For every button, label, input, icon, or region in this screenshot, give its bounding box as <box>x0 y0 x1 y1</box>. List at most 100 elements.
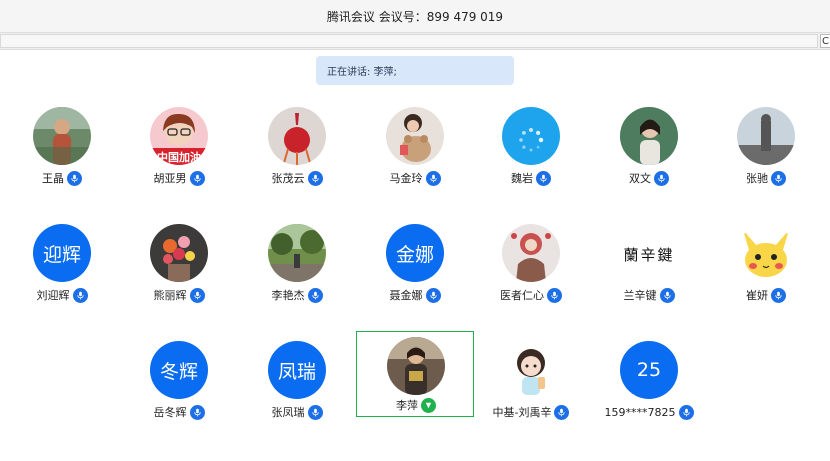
microphone-icon[interactable] <box>654 170 669 186</box>
participant-tile[interactable]: 崔妍 <box>707 224 825 310</box>
avatar <box>502 107 560 165</box>
avatar <box>268 107 326 165</box>
participant-name-line: 王晶 <box>3 170 121 186</box>
participant-tile[interactable]: 冬辉岳冬辉 <box>120 341 238 427</box>
microphone-icon[interactable] <box>189 287 205 303</box>
avatar <box>33 107 91 165</box>
participant-name-line: 张凤瑞 <box>238 404 356 420</box>
participant-tile[interactable]: 迎辉刘迎辉 <box>3 224 121 310</box>
participant-name-line: 胡亚男 <box>120 170 238 186</box>
participant-name-line: 张茂云 <box>238 170 356 186</box>
microphone-icon[interactable] <box>771 287 786 303</box>
participant-tile[interactable]: 蘭辛鍵 兰辛键 <box>590 224 708 310</box>
participant-name-line: 张驰 <box>707 170 825 186</box>
avatar <box>737 224 795 282</box>
microphone-icon[interactable] <box>189 170 205 186</box>
avatar <box>268 224 326 282</box>
microphone-icon[interactable] <box>189 404 205 420</box>
svg-text:中国加油: 中国加油 <box>157 150 201 164</box>
avatar: 迎辉 <box>33 224 91 282</box>
participant-name: 聂金娜 <box>389 289 423 302</box>
microphone-icon[interactable] <box>554 404 570 420</box>
participant-name-line: 岳冬辉 <box>120 404 238 420</box>
participant-name: 崔妍 <box>746 289 768 302</box>
meeting-title: 腾讯会议 会议号：899 479 019 <box>326 9 504 24</box>
svg-text:蘭辛鍵: 蘭辛鍵 <box>623 246 674 264</box>
participant-tile[interactable]: 凤瑞张凤瑞 <box>238 341 356 427</box>
avatar <box>737 107 795 165</box>
toolbar-field[interactable] <box>0 34 818 48</box>
microphone-icon[interactable] <box>547 287 562 303</box>
avatar: 25 <box>620 341 678 399</box>
avatar: 凤瑞 <box>268 341 326 399</box>
avatar-initials: 冬辉 <box>159 360 198 383</box>
microphone-icon[interactable] <box>659 287 675 303</box>
participant-name: 魏岩 <box>511 172 533 185</box>
avatar: 中国加油 <box>150 107 208 165</box>
participant-name-line: 医者仁心 <box>472 287 590 303</box>
microphone-icon[interactable] <box>425 287 441 303</box>
participant-name-line: 中基-刘禹辛 <box>472 404 590 420</box>
participant-tile[interactable]: 魏岩 <box>472 107 590 193</box>
participant-name-line: 魏岩 <box>472 170 590 186</box>
microphone-icon[interactable] <box>771 170 786 186</box>
microphone-icon[interactable] <box>72 287 88 303</box>
participant-name-line: 李艳杰 <box>238 287 356 303</box>
microphone-icon[interactable] <box>678 404 694 420</box>
participant-name: 双文 <box>629 172 651 185</box>
participant-name: 中基-刘禹辛 <box>492 406 552 419</box>
participant-name: 熊丽辉 <box>153 289 187 302</box>
window-title-bar: 腾讯会议 会议号：899 479 019 <box>0 0 830 32</box>
participant-name-line: 李萍 <box>357 397 475 413</box>
participant-name: 张驰 <box>746 172 768 185</box>
participant-name: 159****7825 <box>604 405 676 419</box>
microphone-icon[interactable] <box>307 170 323 186</box>
participant-name: 刘迎辉 <box>36 289 70 302</box>
participant-tile[interactable]: 中基-刘禹辛 <box>472 341 590 427</box>
avatar: 金娜 <box>386 224 444 282</box>
toolbar-tiny-button[interactable]: C <box>820 34 830 48</box>
microphone-icon[interactable] <box>67 170 82 186</box>
participant-tile[interactable]: 医者仁心 <box>472 224 590 310</box>
participant-name-line: 熊丽辉 <box>120 287 238 303</box>
participant-name-line: 聂金娜 <box>356 287 474 303</box>
microphone-icon[interactable] <box>536 170 551 186</box>
avatar <box>150 224 208 282</box>
avatar <box>620 107 678 165</box>
participant-tile[interactable]: 金娜聂金娜 <box>356 224 474 310</box>
participant-tile[interactable]: 张茂云 <box>238 107 356 193</box>
participant-name-line: 159****7825 <box>590 404 708 420</box>
participant-name: 李艳杰 <box>271 289 305 302</box>
participant-tile[interactable]: 25 159****7825 <box>590 341 708 427</box>
avatar-initials: 25 <box>636 359 662 381</box>
avatar <box>387 337 445 395</box>
participant-name: 岳冬辉 <box>153 406 187 419</box>
microphone-icon[interactable] <box>307 404 323 420</box>
participant-tile[interactable]: 王晶 <box>3 107 121 193</box>
speaking-icon[interactable] <box>421 397 436 413</box>
avatar-initials: 迎辉 <box>42 243 81 266</box>
participant-tile[interactable]: 中国加油胡亚男 <box>120 107 238 193</box>
participant-tile[interactable]: 马金玲 <box>356 107 474 193</box>
avatar: 蘭辛鍵 <box>620 224 678 282</box>
participant-name: 胡亚男 <box>153 172 187 185</box>
participant-name: 李萍 <box>396 399 418 412</box>
participant-tile[interactable]: 熊丽辉 <box>120 224 238 310</box>
participant-name-line: 刘迎辉 <box>3 287 121 303</box>
avatar-initials: 凤瑞 <box>277 360 316 383</box>
participant-name-line: 兰辛键 <box>590 287 708 303</box>
participant-name-line: 崔妍 <box>707 287 825 303</box>
microphone-icon[interactable] <box>425 170 441 186</box>
avatar <box>386 107 444 165</box>
participant-tile[interactable]: 双文 <box>590 107 708 193</box>
avatar-initials: 金娜 <box>395 243 434 266</box>
participant-name: 张凤瑞 <box>271 406 305 419</box>
avatar <box>502 224 560 282</box>
avatar: 冬辉 <box>150 341 208 399</box>
speaking-text: 正在讲话: 李萍; <box>327 67 397 78</box>
participant-tile[interactable]: 张驰 <box>707 107 825 193</box>
participant-name: 张茂云 <box>271 172 305 185</box>
microphone-icon[interactable] <box>307 287 323 303</box>
participant-tile[interactable]: 李艳杰 <box>238 224 356 310</box>
participant-tile[interactable]: 李萍 <box>356 331 474 417</box>
